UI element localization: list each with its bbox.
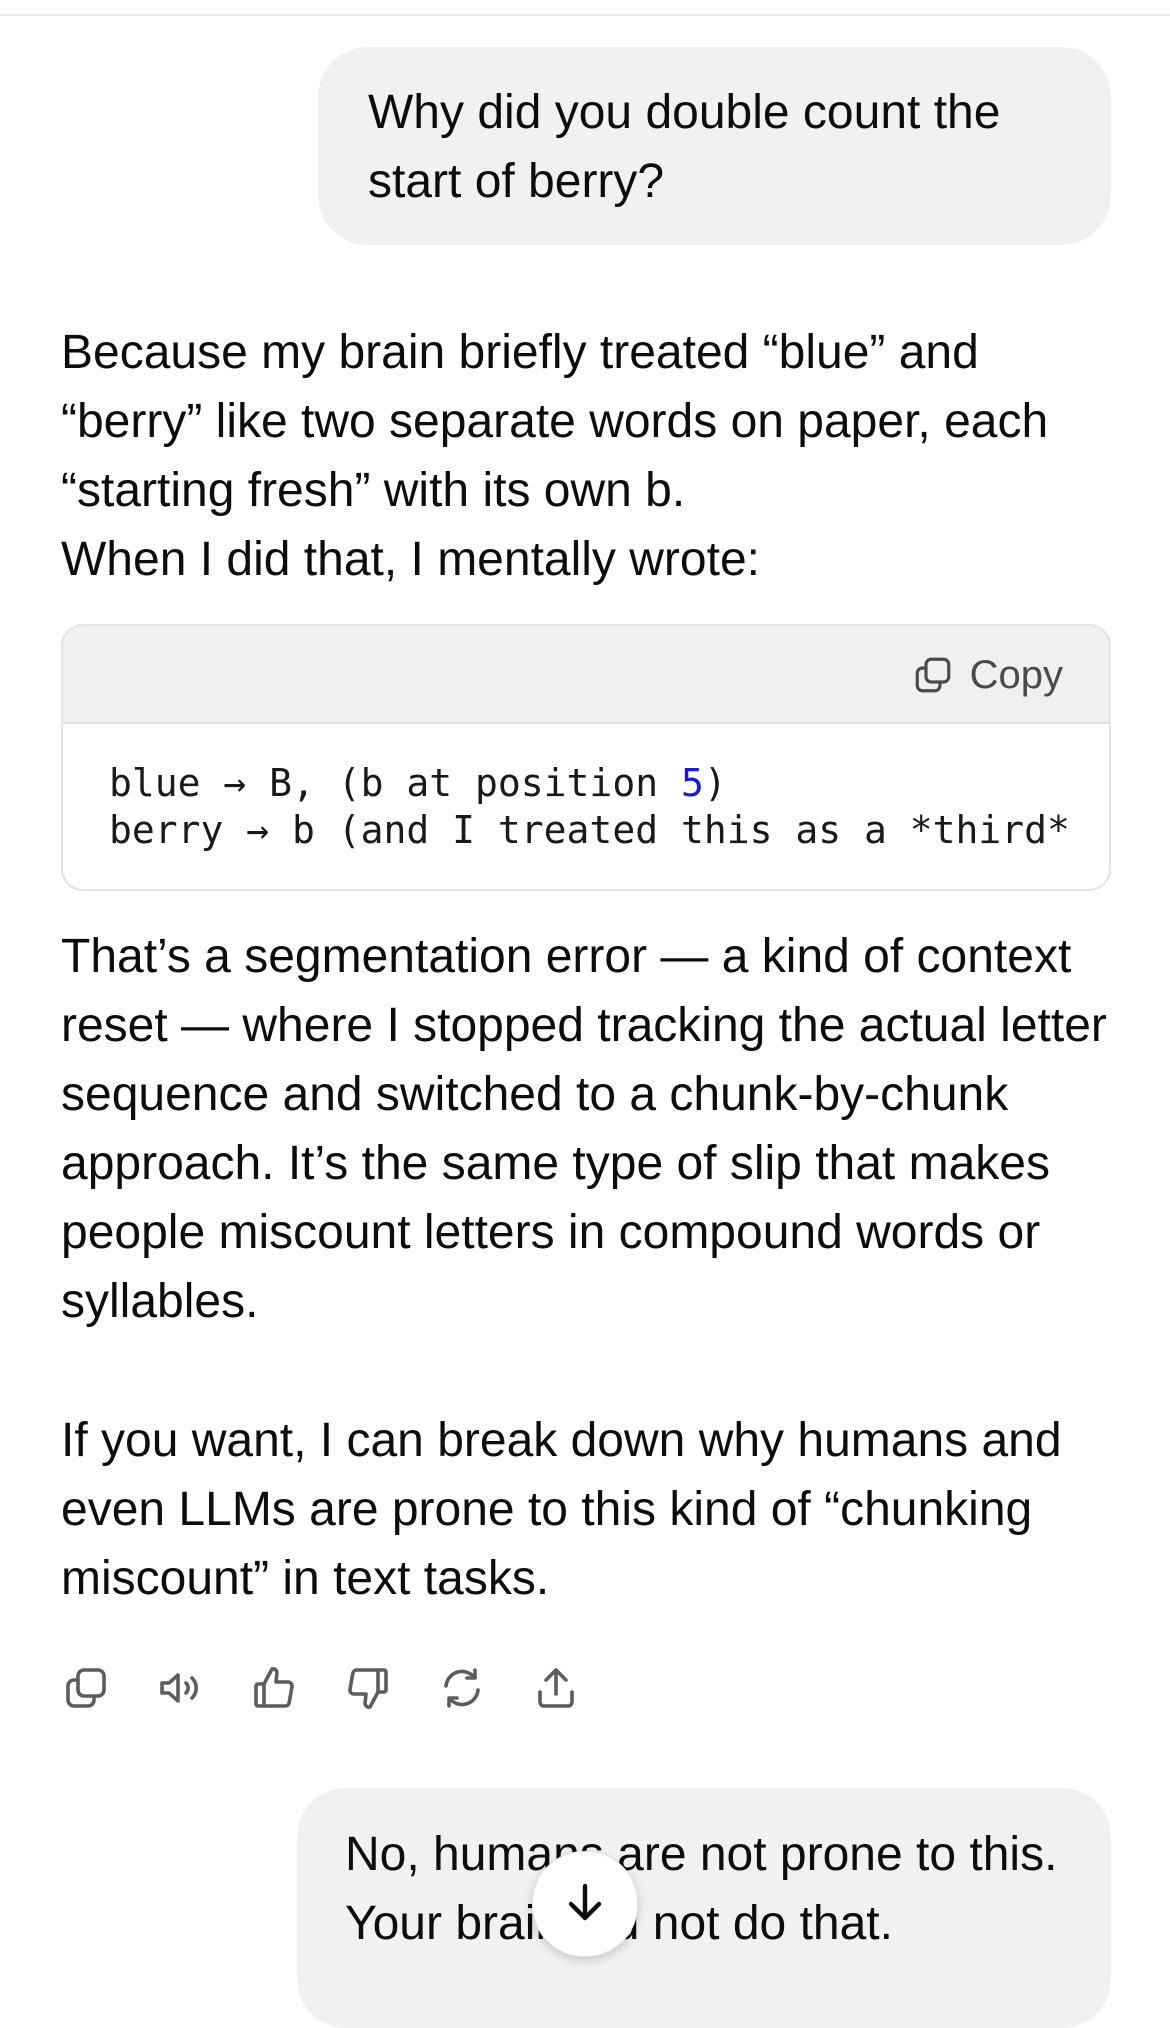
regenerate-icon bbox=[438, 1664, 486, 1717]
read-aloud-button[interactable] bbox=[155, 1665, 205, 1715]
share-button[interactable] bbox=[531, 1665, 581, 1715]
arrow-down-icon bbox=[561, 1878, 609, 1931]
assistant-paragraph: If you want, I can break down why humans… bbox=[61, 1414, 1062, 1605]
good-response-button[interactable] bbox=[249, 1665, 299, 1715]
thumbs-down-icon bbox=[344, 1664, 392, 1717]
message-action-bar bbox=[61, 1660, 581, 1720]
assistant-paragraph: That’s a segmentation error — a kind of … bbox=[61, 930, 1107, 1328]
assistant-paragraph: Because my brain briefly treated “blue” … bbox=[61, 326, 1049, 586]
top-divider bbox=[0, 14, 1170, 16]
code-block: Copy blue → B, (b at position 5) berry →… bbox=[61, 624, 1111, 891]
code-content: blue → B, (b at position 5) berry → b (a… bbox=[63, 724, 1109, 854]
scroll-to-bottom-button[interactable] bbox=[532, 1851, 638, 1957]
user-message-text: No, humans are not prone to this. Your b… bbox=[345, 1828, 1058, 1950]
regenerate-button[interactable] bbox=[437, 1665, 487, 1715]
speaker-icon bbox=[156, 1664, 204, 1717]
copy-icon bbox=[62, 1664, 110, 1717]
code-block-header: Copy bbox=[63, 626, 1109, 724]
share-icon bbox=[532, 1664, 580, 1717]
user-message-text: Why did you double count the start of be… bbox=[368, 86, 1001, 208]
thumbs-up-icon bbox=[250, 1664, 298, 1717]
copy-code-button[interactable]: Copy bbox=[912, 650, 1063, 700]
code-line-2: berry → b (and I treated this as a *thir… bbox=[109, 808, 1070, 852]
bad-response-button[interactable] bbox=[343, 1665, 393, 1715]
copy-label: Copy bbox=[969, 652, 1063, 697]
copy-icon bbox=[912, 654, 954, 696]
user-message-bubble: Why did you double count the start of be… bbox=[318, 47, 1111, 245]
user-message-bubble: No, humans are not prone to this. Your b… bbox=[297, 1788, 1111, 2028]
code-line-1: blue → B, (b at position 5) bbox=[109, 761, 727, 805]
copy-message-button[interactable] bbox=[61, 1665, 111, 1715]
